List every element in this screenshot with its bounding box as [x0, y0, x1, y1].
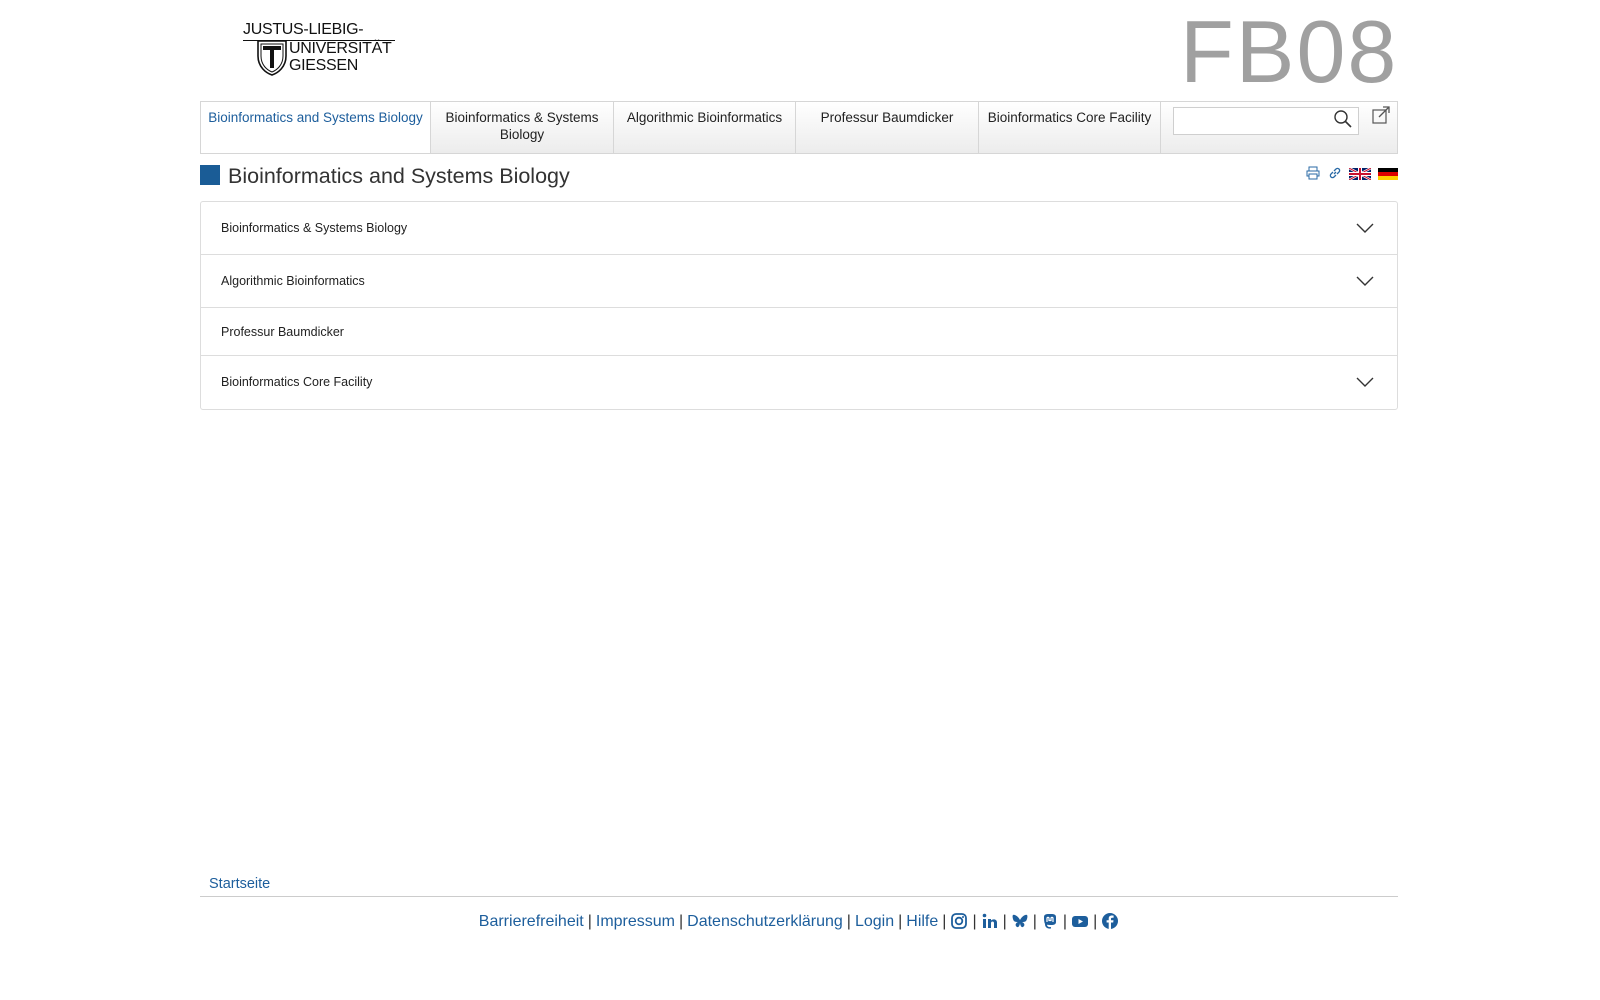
link-impressum[interactable]: Impressum [596, 913, 675, 930]
chevron-down-icon[interactable] [1355, 222, 1375, 234]
page-title: Bioinformatics and Systems Biology [228, 164, 570, 188]
accordion: Bioinformatics & Systems Biology Algorit… [200, 201, 1398, 410]
accordion-label: Bioinformatics & Systems Biology [221, 221, 408, 235]
link-barrierefreiheit[interactable]: Barrierefreiheit [479, 913, 584, 930]
nav-item-core-facility[interactable]: Bioinformatics Core Facility [979, 102, 1161, 153]
youtube-icon[interactable] [1071, 912, 1089, 930]
title-marker [200, 165, 220, 185]
link-login[interactable]: Login [855, 913, 894, 930]
separator: | [679, 913, 684, 930]
separator: | [1002, 913, 1007, 930]
separator: | [846, 913, 851, 930]
bluesky-icon[interactable] [1011, 912, 1029, 930]
logo-line1: JUSTUS-LIEBIG- [243, 21, 364, 38]
accordion-label: Bioinformatics Core Facility [221, 375, 373, 389]
footer-divider [200, 896, 1398, 897]
nav-item-bioinformatics-systems-biology[interactable]: Bioinformatics and Systems Biology [201, 102, 431, 153]
external-link-icon[interactable] [1371, 105, 1391, 125]
accordion-item-professur-baumdicker[interactable]: Professur Baumdicker [201, 308, 1397, 356]
main-navigation: Bioinformatics and Systems Biology Bioin… [200, 101, 1398, 154]
accordion-item-core-facility[interactable]: Bioinformatics Core Facility [201, 356, 1397, 409]
university-shield-icon [257, 40, 287, 76]
linkedin-icon[interactable] [981, 912, 999, 930]
nav-item-algorithmic-bioinformatics[interactable]: Algorithmic Bioinformatics [614, 102, 796, 153]
mastodon-icon[interactable] [1041, 912, 1059, 930]
chevron-down-icon[interactable] [1355, 376, 1375, 388]
separator: | [972, 913, 977, 930]
accordion-item-algorithmic-bioinformatics[interactable]: Algorithmic Bioinformatics [201, 255, 1397, 308]
accordion-label: Professur Baumdicker [221, 325, 344, 339]
printer-icon[interactable] [1306, 166, 1320, 180]
footer-links: Barrierefreiheit | Impressum | Datenschutzer… [0, 912, 1598, 931]
link-hilfe[interactable]: Hilfe [906, 913, 938, 930]
nav-item-professur-baumdicker[interactable]: Professur Baumdicker [796, 102, 979, 153]
logo-line3: GIESSEN [289, 57, 359, 74]
accordion-item-bioinformatics-systems-biology[interactable]: Bioinformatics & Systems Biology [201, 202, 1397, 255]
nav-item-bioinformatics-and-systems-biology[interactable]: Bioinformatics & Systems Biology [431, 102, 614, 153]
separator: | [1032, 913, 1037, 930]
search-input[interactable] [1178, 109, 1332, 135]
separator: | [1062, 913, 1068, 930]
link-datenschutz[interactable]: Datenschutzerklärung [687, 913, 843, 930]
instagram-icon[interactable] [950, 912, 968, 930]
separator: | [898, 913, 903, 930]
search-box [1173, 107, 1359, 135]
flag-de-icon[interactable] [1378, 168, 1398, 180]
accordion-label: Algorithmic Bioinformatics [221, 274, 365, 288]
separator: | [1093, 913, 1098, 930]
separator: | [942, 913, 947, 930]
logo-line2: UNIVERSITÄT [289, 40, 392, 57]
search-icon[interactable] [1333, 109, 1353, 129]
department-label: FB08 [1180, 2, 1399, 101]
separator: | [587, 913, 592, 930]
breadcrumb-startseite[interactable]: Startseite [209, 876, 270, 892]
facebook-icon[interactable] [1101, 912, 1119, 930]
university-logo[interactable]: JUSTUS-LIEBIG- UNIVERSITÄT GIESSEN [243, 20, 395, 78]
link-icon[interactable] [1328, 166, 1342, 180]
nav-search-area [1161, 102, 1397, 153]
flag-uk-icon[interactable] [1349, 168, 1371, 180]
chevron-down-icon[interactable] [1355, 275, 1375, 287]
